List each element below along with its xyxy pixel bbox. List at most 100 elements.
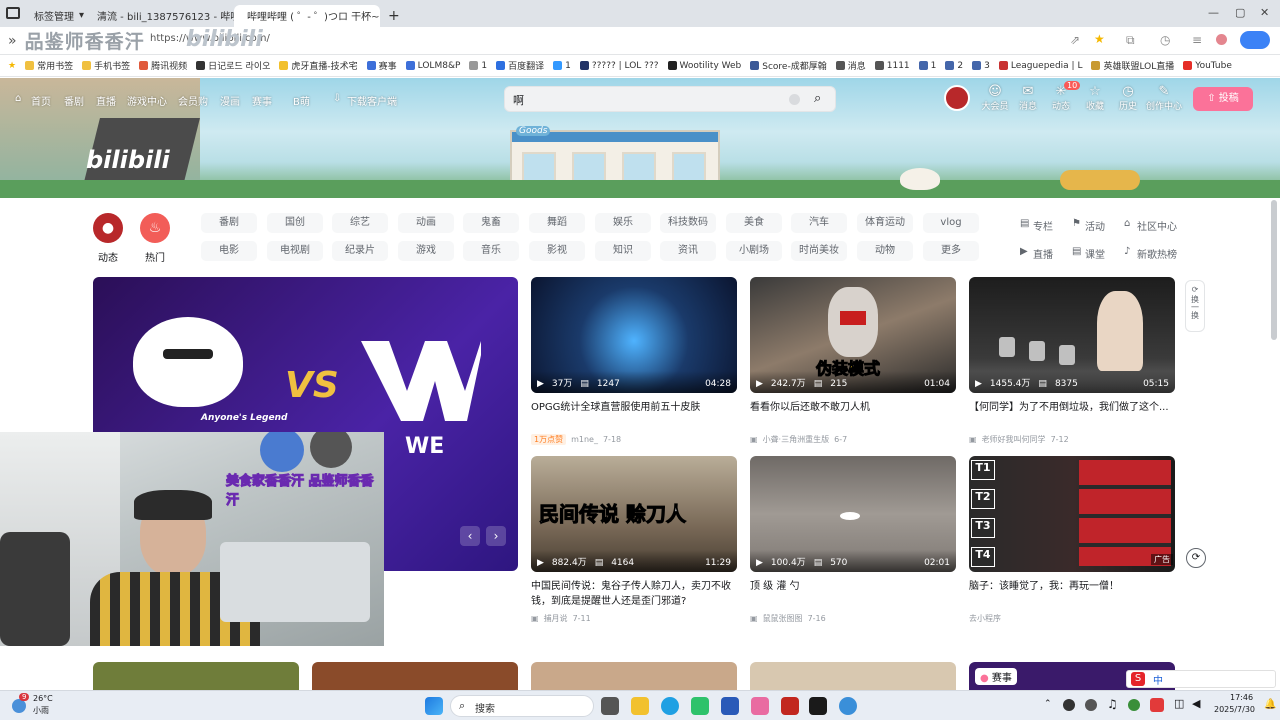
channel-row1-7[interactable]: 科技数码 xyxy=(660,213,716,233)
side-link-live[interactable]: 直播 xyxy=(1033,246,1053,261)
bookmark-item[interactable]: 2 xyxy=(945,61,963,71)
bookmark-item[interactable]: 1 xyxy=(469,61,487,71)
carousel-next-button[interactable]: › xyxy=(486,526,506,546)
nav-bmoe[interactable]: B萌 xyxy=(293,93,310,108)
channel-row1-2[interactable]: 综艺 xyxy=(332,213,388,233)
channel-row1-6[interactable]: 娱乐 xyxy=(595,213,651,233)
task-view-icon[interactable] xyxy=(601,697,619,715)
side-link-class[interactable]: 课堂 xyxy=(1085,246,1105,261)
tab-tag-manager[interactable]: 标签管理 ▾ xyxy=(26,5,84,27)
video-card[interactable]: ▶ 37万 ▤ 1247 04:28 OPGG统计全球直营服使用前五十皮肤 1万点赞 m1… xyxy=(531,277,737,445)
app-icon[interactable] xyxy=(721,697,739,715)
maximize-icon[interactable]: ▢ xyxy=(1235,6,1245,19)
channel-row1-4[interactable]: 鬼畜 xyxy=(463,213,519,233)
bookmark-item[interactable]: Leaguepedia | L xyxy=(998,61,1082,71)
channel-row2-2[interactable]: 纪录片 xyxy=(332,241,388,261)
channel-row2-3[interactable]: 游戏 xyxy=(398,241,454,261)
close-window-icon[interactable]: ✕ xyxy=(1260,6,1269,19)
video-thumbnail[interactable] xyxy=(531,662,737,690)
channel-row2-6[interactable]: 知识 xyxy=(595,241,651,261)
minimize-icon[interactable]: — xyxy=(1208,6,1219,19)
bookmark-item[interactable]: YouTube xyxy=(1183,61,1232,71)
chevron-up-icon[interactable]: ⌃ xyxy=(1044,699,1052,709)
search-bar[interactable]: ⌕ xyxy=(504,86,836,112)
video-card[interactable]: 伪装模式 ▶ 242.7万 ▤ 215 01:04 看看你以后还敢不敢刀人机 ▣ 小聋·三… xyxy=(750,277,956,445)
side-link-new-songs[interactable]: 新歌热榜 xyxy=(1137,246,1177,261)
nav-download-client[interactable]: 下载客户端 xyxy=(347,93,397,108)
channel-row1-8[interactable]: 美食 xyxy=(726,213,782,233)
video-thumbnail[interactable] xyxy=(312,662,518,690)
video-thumbnail[interactable]: 伪装模式 ▶ 242.7万 ▤ 215 01:04 xyxy=(750,277,956,393)
browser-icon[interactable] xyxy=(839,697,857,715)
channel-row2-5[interactable]: 影视 xyxy=(529,241,585,261)
carousel-prev-button[interactable]: ‹ xyxy=(460,526,480,546)
channel-row1-0[interactable]: 番剧 xyxy=(201,213,257,233)
tray-app-icon[interactable] xyxy=(1085,699,1097,711)
channel-row2-4[interactable]: 音乐 xyxy=(463,241,519,261)
cloud-icon[interactable] xyxy=(1240,31,1270,49)
bookmark-item[interactable]: 手机书签 xyxy=(82,59,130,72)
video-author[interactable]: 老师好我叫何同学 xyxy=(982,434,1046,445)
channel-row1-5[interactable]: 舞蹈 xyxy=(529,213,585,233)
notification-bell-icon[interactable]: 🔔 xyxy=(1264,699,1276,710)
nav-home[interactable]: 首页 xyxy=(31,93,51,108)
refresh-button[interactable]: ⟳ 换一换 xyxy=(1185,280,1205,332)
tab-menu-icon[interactable] xyxy=(6,7,20,19)
chevron-right-icon[interactable]: » xyxy=(8,33,17,49)
video-title[interactable]: OPGG统计全球直营服使用前五十皮肤 xyxy=(531,400,737,430)
channel-row2-1[interactable]: 电视剧 xyxy=(267,241,323,261)
clear-icon[interactable] xyxy=(789,94,800,105)
clock-date[interactable]: 2025/7/30 xyxy=(1214,705,1255,714)
tray-app-icon[interactable] xyxy=(1063,699,1075,711)
video-author[interactable]: 鼠鼠张图图 xyxy=(763,613,803,624)
avatar[interactable] xyxy=(944,85,970,111)
channel-row2-10[interactable]: 动物 xyxy=(857,241,913,261)
upload-button[interactable]: ⇧ 投稿 xyxy=(1193,87,1253,111)
nav-dynamic[interactable]: ✳ 动态 10 xyxy=(1044,81,1081,112)
channel-row1-9[interactable]: 汽车 xyxy=(791,213,847,233)
bookmark-item[interactable]: 英雄联盟LOL直播 xyxy=(1091,59,1174,72)
share-icon[interactable]: ⇗ xyxy=(1070,33,1080,47)
bookmark-item[interactable]: Wootility Web xyxy=(667,61,741,71)
nav-live[interactable]: 直播 xyxy=(96,93,116,108)
nav-vip[interactable]: ☺ 大会员 xyxy=(978,84,1012,112)
tab-bilibili-home[interactable]: 哔哩哔哩 ( ゜- ゜)つロ 干杯~-✕ xyxy=(234,4,380,27)
bookmark-item[interactable]: 腾讯视频 xyxy=(139,59,187,72)
video-card[interactable]: ▶ 1455.4万 ▤ 8375 05:15 【何同学】为了不用倒垃圾，我们做了这个..… xyxy=(969,277,1175,445)
video-title[interactable]: 【何同学】为了不用倒垃圾，我们做了这个... xyxy=(969,400,1175,430)
hot-button[interactable]: ♨ xyxy=(140,213,170,243)
video-title[interactable]: 顶 级 灌 勺 xyxy=(750,579,956,609)
side-link-community[interactable]: 社区中心 xyxy=(1137,218,1177,233)
channel-row2-11[interactable]: 更多 xyxy=(923,241,979,261)
video-thumbnail[interactable]: ▶ 37万 ▤ 1247 04:28 xyxy=(531,277,737,393)
video-author[interactable]: 小聋·三角洲重生版 xyxy=(763,434,830,445)
app-icon[interactable] xyxy=(781,697,799,715)
taskbar-search[interactable]: ⌕ 搜索 xyxy=(450,695,594,717)
bookmark-item[interactable]: ????? | LOL ??? xyxy=(579,61,659,71)
video-thumbnail[interactable] xyxy=(750,662,956,690)
video-thumbnail[interactable] xyxy=(93,662,299,690)
bookmark-item[interactable]: 1111 xyxy=(874,61,910,71)
windows-start-icon[interactable] xyxy=(425,697,443,715)
edge-icon[interactable] xyxy=(661,697,679,715)
ad-thumbnail[interactable]: T1 T2 T3 T4 广告 xyxy=(969,456,1175,572)
bookmark-item[interactable]: 常用书签 xyxy=(25,59,73,72)
volume-icon[interactable]: ◀ xyxy=(1192,697,1200,710)
side-link-column[interactable]: 专栏 xyxy=(1033,218,1053,233)
nav-history[interactable]: ◷ 历史 xyxy=(1111,84,1145,112)
ad-card[interactable]: T1 T2 T3 T4 广告 脑子：该睡觉了，我：再玩一僧！ 去小程序 xyxy=(969,456,1175,624)
video-title[interactable]: 脑子：该睡觉了，我：再玩一僧！ xyxy=(969,579,1175,609)
extensions-icon[interactable]: ⧉ xyxy=(1126,33,1135,48)
channel-row1-10[interactable]: 体育运动 xyxy=(857,213,913,233)
network-icon[interactable]: ◫ xyxy=(1174,697,1184,710)
bookmark-item[interactable]: 百度翻译 xyxy=(496,59,544,72)
search-input[interactable] xyxy=(513,92,783,108)
tray-app-icon[interactable] xyxy=(1150,698,1164,712)
search-icon[interactable]: ⌕ xyxy=(814,91,821,106)
video-author[interactable]: m1ne_ xyxy=(571,435,598,444)
bookmark-item[interactable]: 赛事 xyxy=(366,59,397,72)
new-tab-button[interactable]: + xyxy=(380,5,402,27)
nav-favorites[interactable]: ☆ 收藏 xyxy=(1078,84,1112,112)
app-icon[interactable] xyxy=(751,697,769,715)
history-icon[interactable]: ◷ xyxy=(1160,33,1170,47)
